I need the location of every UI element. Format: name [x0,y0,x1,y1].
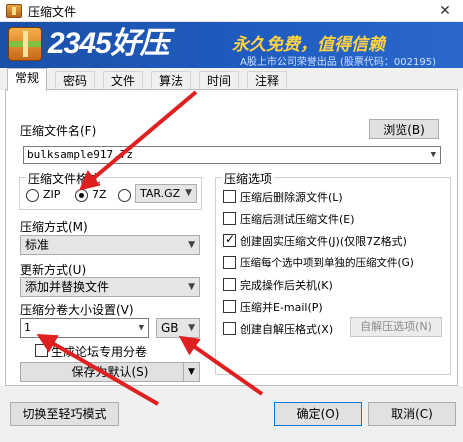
brand-name: 2345好压 [48,27,170,60]
option-checkbox-test[interactable] [223,212,236,225]
option-checkbox-solid[interactable] [223,232,236,247]
update-label: 更新方式(U) [20,263,87,277]
chevron-down-icon: ▼ [188,240,195,250]
option-checkbox-delete-source[interactable] [223,190,236,203]
filename-input[interactable]: bulksample917.7z ▼ [23,146,441,164]
general-panel: 压缩文件名(F) 浏览(B) bulksample917.7z ▼ 压缩文件格式… [5,89,458,386]
options-group-title: 压缩选项 [222,170,275,187]
title-bar: 压缩文件 ✕ [0,0,463,22]
filename-value: bulksample917.7z [27,148,133,161]
tar-radio[interactable] [118,189,131,202]
method-select[interactable]: 标准 ▼ [20,235,200,255]
options-group: 压缩选项 压缩后删除源文件(L) 压缩后测试压缩文件(E) 创建固实压缩文件(J… [215,170,451,375]
7z-radio[interactable] [75,189,88,202]
tab-password[interactable]: 密码 [55,71,96,90]
option-label: 压缩后测试压缩文件(E) [240,213,355,226]
logo-icon [8,27,42,61]
tab-algorithm[interactable]: 算法 [151,71,192,90]
7z-label: 7Z [92,188,107,201]
zip-radio[interactable] [26,189,39,202]
tar-format-select[interactable]: TAR.GZ ▼ [135,184,197,203]
tab-bar: 常规 密码 文件 算法 时间 注释 [0,68,463,91]
option-checkbox-email[interactable] [223,300,236,313]
filename-label: 压缩文件名(F) [20,124,97,138]
chevron-down-icon: ▼ [188,282,195,292]
banner-slogan: 永久免费，值得信赖 [232,35,385,55]
format-group: 压缩文件格式 ZIP 7Z TAR.GZ ▼ [19,170,202,210]
option-checkbox-sfx[interactable] [223,322,236,335]
chevron-down-icon: ▼ [188,323,195,333]
option-label: 创建固实压缩文件(J)(仅限7Z格式) [240,235,407,248]
save-default-label: 保存为默认(S) [71,365,149,379]
option-label: 压缩并E-mail(P) [240,301,323,314]
chevron-down-icon[interactable]: ▼ [183,363,199,381]
chevron-down-icon: ▼ [185,188,192,198]
option-label: 压缩后删除源文件(L) [240,191,343,204]
update-select[interactable]: 添加并替换文件 ▼ [20,277,200,297]
save-default-button[interactable]: 保存为默认(S) ▼ [20,362,200,382]
update-value: 添加并替换文件 [25,280,110,294]
simple-mode-button[interactable]: 切换至轻巧模式 [10,402,119,426]
forum-split-label: 生成论坛专用分卷 [51,345,148,359]
chevron-down-icon[interactable]: ▼ [139,319,144,337]
option-label: 压缩每个选中项到单独的压缩文件(G) [240,257,414,269]
ok-button[interactable]: 确定(O) [274,402,362,426]
close-button[interactable]: ✕ [432,2,458,20]
format-group-title: 压缩文件格式 [26,170,103,187]
browse-button[interactable]: 浏览(B) [369,119,439,139]
tab-comment[interactable]: 注释 [247,71,288,90]
split-size-value: 1 [24,321,31,334]
tab-time[interactable]: 时间 [199,71,240,90]
tar-format-value: TAR.GZ [140,187,181,200]
split-unit-select[interactable]: GB ▼ [156,318,200,338]
sfx-options-button[interactable]: 自解压选项(N) [350,317,442,337]
split-size-input[interactable]: 1 ▼ [20,318,149,338]
chevron-down-icon[interactable]: ▼ [431,147,436,163]
bottom-bar: 切换至轻巧模式 确定(O) 取消(C) [0,386,463,442]
tab-files[interactable]: 文件 [103,71,144,90]
window-title: 压缩文件 [28,5,77,19]
banner-subtitle: A股上市公司荣誉出品 (股票代码：002195) [240,57,436,68]
tab-general[interactable]: 常规 [7,68,48,91]
forum-split-checkbox[interactable] [35,344,48,357]
split-unit-value: GB [161,321,179,335]
option-label: 完成操作后关机(K) [240,279,333,292]
option-checkbox-shutdown[interactable] [223,278,236,291]
option-checkbox-separate[interactable] [223,256,236,269]
split-label: 压缩分卷大小设置(V) [20,303,134,317]
banner: 2345好压 永久免费，值得信赖 A股上市公司荣誉出品 (股票代码：002195… [0,22,463,68]
method-label: 压缩方式(M) [20,220,88,234]
option-label: 创建自解压格式(X) [240,323,334,336]
app-icon [6,4,22,18]
method-value: 标准 [25,238,50,252]
zip-label: ZIP [43,188,61,201]
cancel-button[interactable]: 取消(C) [368,402,456,426]
